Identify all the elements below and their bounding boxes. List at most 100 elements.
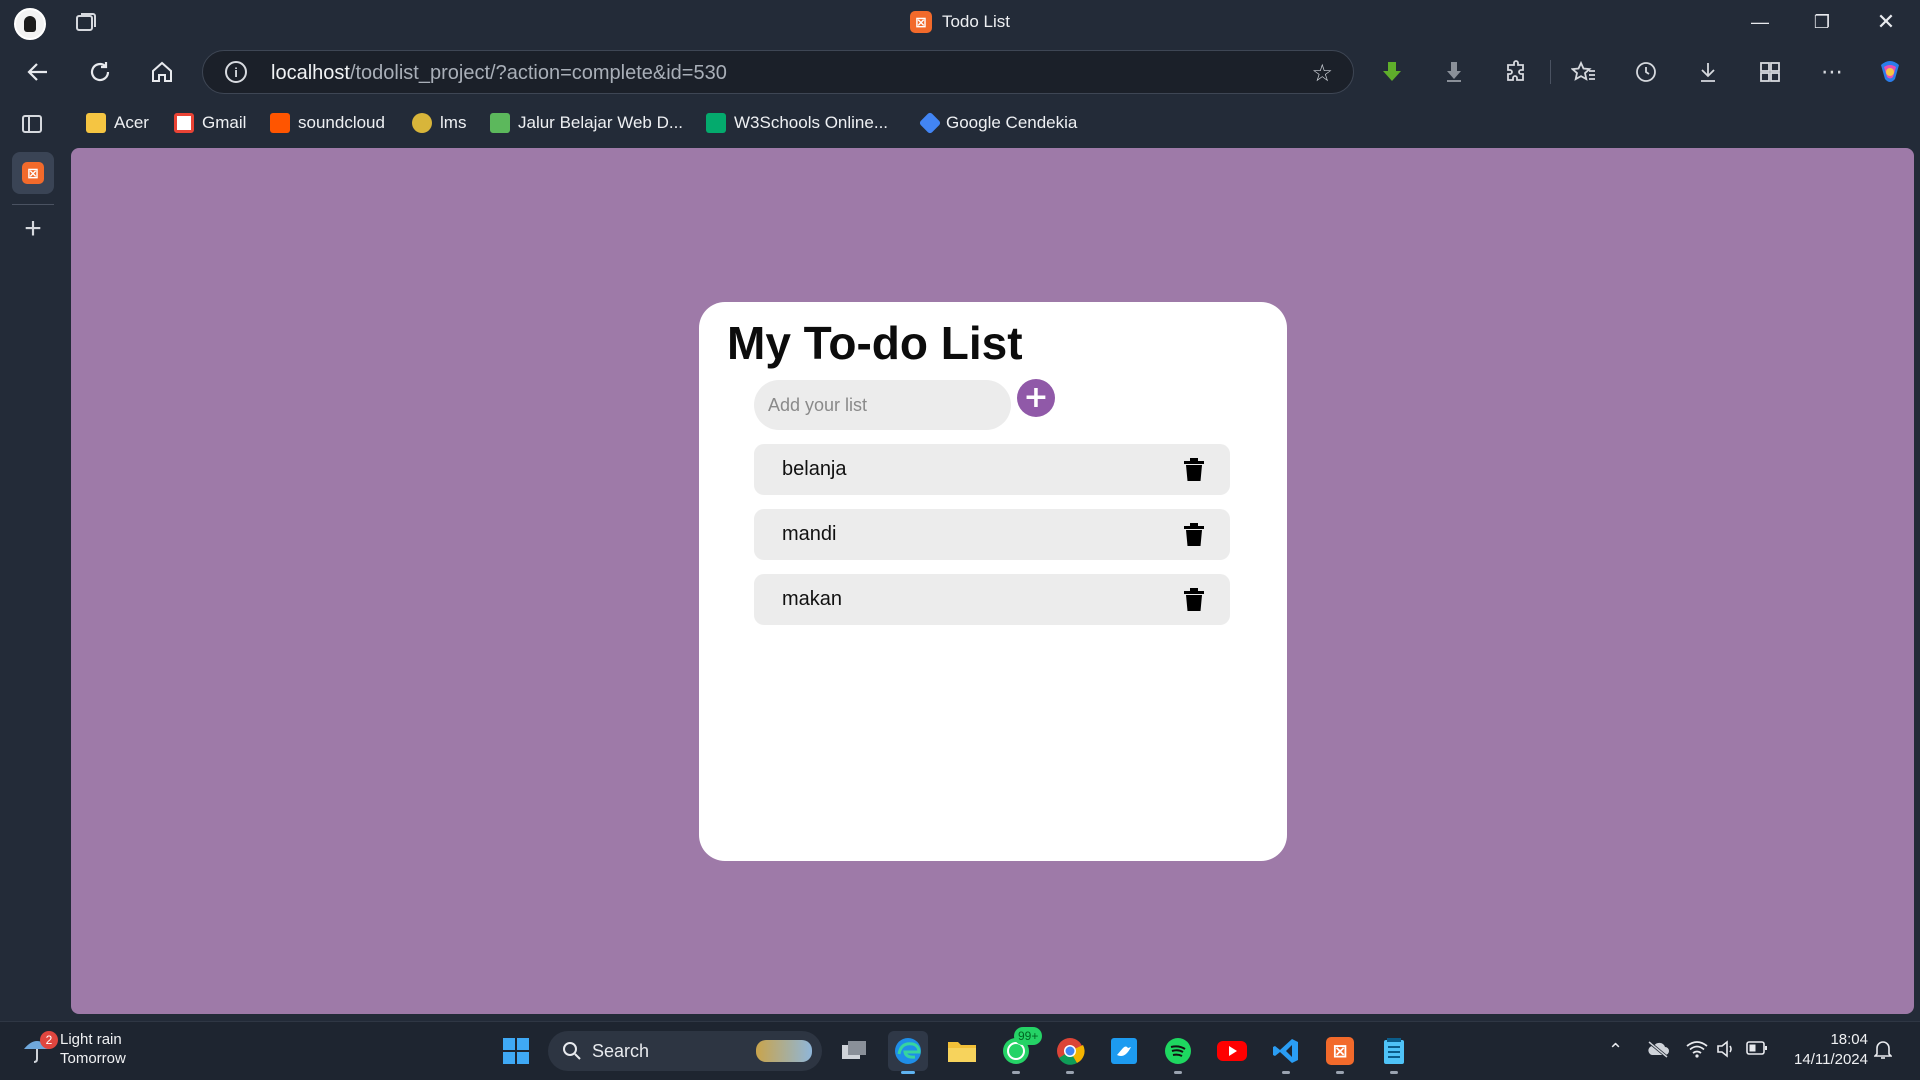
close-button[interactable]: ✕: [1856, 6, 1916, 38]
back-arrow-icon: [27, 63, 47, 81]
youtube-icon: [1217, 1041, 1247, 1061]
task-view-icon: [842, 1041, 866, 1059]
address-bar[interactable]: i localhost/todolist_project/?action=com…: [202, 50, 1354, 94]
bookmark-w3schools[interactable]: W3Schools Online...: [706, 110, 888, 136]
onedrive-offline-icon[interactable]: [1646, 1040, 1670, 1063]
download-arrow-icon[interactable]: [1438, 56, 1470, 88]
todo-card: My To-do List + belanja mandi makan: [699, 302, 1287, 861]
windows-icon: [503, 1038, 529, 1064]
taskbar-search[interactable]: Search: [548, 1031, 822, 1071]
weather-time: Tomorrow: [60, 1050, 126, 1067]
soundcloud-icon: [270, 113, 290, 133]
wifi-icon[interactable]: [1686, 1040, 1708, 1063]
bookmark-jalur-belajar[interactable]: Jalur Belajar Web D...: [490, 110, 683, 136]
volume-icon[interactable]: [1716, 1040, 1738, 1063]
home-button[interactable]: [144, 54, 180, 90]
minimize-button[interactable]: —: [1730, 6, 1790, 38]
site-info-icon[interactable]: i: [225, 61, 247, 83]
downloads-icon[interactable]: [1692, 56, 1724, 88]
more-menu-icon[interactable]: ⋯: [1816, 56, 1848, 88]
bookmark-lms[interactable]: lms: [412, 110, 466, 136]
gmail-icon: [174, 113, 194, 133]
home-icon: [152, 61, 172, 82]
add-todo-input[interactable]: [754, 380, 1011, 430]
task-view-button[interactable]: [834, 1031, 874, 1071]
restore-button[interactable]: ❐: [1792, 6, 1852, 38]
todo-item[interactable]: makan: [754, 574, 1230, 625]
edge-icon: [895, 1038, 921, 1064]
copilot-icon[interactable]: [1874, 56, 1906, 88]
folder-icon: [86, 113, 106, 133]
trash-icon[interactable]: [1184, 458, 1204, 481]
weather-widget[interactable]: 2 Light rain Tomorrow: [22, 1030, 126, 1068]
taskbar-youtube[interactable]: [1212, 1031, 1252, 1071]
start-button[interactable]: [496, 1031, 536, 1071]
taskbar-vscode[interactable]: [1266, 1031, 1306, 1074]
workspaces-icon[interactable]: [74, 11, 98, 33]
taskbar-xampp[interactable]: ⊠: [1320, 1031, 1360, 1074]
bookmark-acer[interactable]: Acer: [86, 110, 149, 136]
window-title-text: Todo List: [941, 12, 1011, 31]
search-label: Search: [592, 1040, 650, 1061]
taskbar-clock[interactable]: 18:04 14/11/2024: [1784, 1030, 1868, 1070]
weather-condition: Light rain: [60, 1031, 122, 1048]
history-icon[interactable]: [1630, 56, 1662, 88]
whatsapp-badge: 99+: [1014, 1027, 1043, 1045]
back-button[interactable]: [20, 54, 56, 90]
profile-avatar[interactable]: [14, 8, 46, 40]
vertical-tab-divider: [12, 204, 54, 205]
w3schools-icon: [706, 113, 726, 133]
navigation-bar: i localhost/todolist_project/?action=com…: [0, 44, 1920, 100]
battery-icon[interactable]: [1746, 1040, 1768, 1061]
show-hidden-icons-chevron[interactable]: ⌃: [1608, 1040, 1623, 1061]
bookmark-gmail[interactable]: Gmail: [174, 110, 246, 136]
todo-item-label: belanja: [782, 458, 847, 480]
umbrella-icon: 2: [22, 1031, 58, 1065]
todo-item[interactable]: belanja: [754, 444, 1230, 495]
refresh-icon: [90, 62, 110, 82]
add-todo-button[interactable]: +: [1017, 379, 1055, 417]
page-title: My To-do List: [727, 317, 1023, 369]
collections-icon[interactable]: [1754, 56, 1786, 88]
xampp-tab-icon: ⊠: [22, 162, 44, 184]
taskbar-edge[interactable]: [888, 1031, 928, 1074]
notepad-icon: [1384, 1038, 1404, 1064]
favorites-icon[interactable]: [1568, 56, 1600, 88]
todo-item-label: mandi: [782, 523, 837, 545]
new-tab-button[interactable]: +: [18, 214, 48, 244]
toolbar-separator: [1550, 60, 1551, 84]
window-title: ⊠ Todo List: [0, 0, 1920, 44]
trash-icon[interactable]: [1184, 588, 1204, 611]
taskbar-notepad[interactable]: [1374, 1031, 1414, 1074]
search-highlight-image: [756, 1040, 812, 1062]
vscode-icon: [1273, 1039, 1298, 1063]
vertical-tab-todo-list[interactable]: ⊠: [12, 152, 54, 194]
tab-actions-icon[interactable]: [22, 115, 42, 133]
todo-item-label: makan: [782, 588, 843, 610]
favorite-star-icon[interactable]: ☆: [1311, 59, 1333, 88]
xampp-icon: ⊠: [909, 11, 932, 33]
bookmark-google-cendekia[interactable]: Google Cendekia: [918, 110, 1077, 136]
trash-icon[interactable]: [1184, 523, 1204, 546]
notification-bell-icon[interactable]: [1873, 1040, 1893, 1065]
clock-time: 18:04: [1830, 1031, 1868, 1048]
bookmark-soundcloud[interactable]: soundcloud: [270, 110, 385, 136]
idm-download-icon[interactable]: [1376, 56, 1408, 88]
url-text[interactable]: localhost/todolist_project/?action=compl…: [271, 62, 727, 85]
taskbar-spotify[interactable]: [1158, 1031, 1198, 1074]
scholar-icon: [918, 111, 942, 135]
taskbar-twitter[interactable]: [1104, 1031, 1144, 1071]
todo-item[interactable]: mandi: [754, 509, 1230, 560]
clock-date: 14/11/2024: [1794, 1051, 1868, 1068]
refresh-button[interactable]: [82, 54, 118, 90]
xampp-icon: ⊠: [1326, 1037, 1354, 1065]
taskbar-chrome[interactable]: [1050, 1031, 1090, 1074]
taskbar-whatsapp[interactable]: 99+: [996, 1027, 1043, 1074]
taskbar-file-explorer[interactable]: [942, 1031, 982, 1071]
chrome-icon: [1057, 1038, 1085, 1065]
title-bar: ⊠ Todo List — ❐ ✕: [0, 0, 1920, 44]
bookmarks-bar: Acer Gmail soundcloud lms Jalur Belajar …: [0, 100, 1920, 146]
search-icon: [563, 1042, 581, 1060]
page-viewport: My To-do List + belanja mandi makan: [71, 148, 1914, 1014]
extensions-icon[interactable]: [1500, 56, 1532, 88]
